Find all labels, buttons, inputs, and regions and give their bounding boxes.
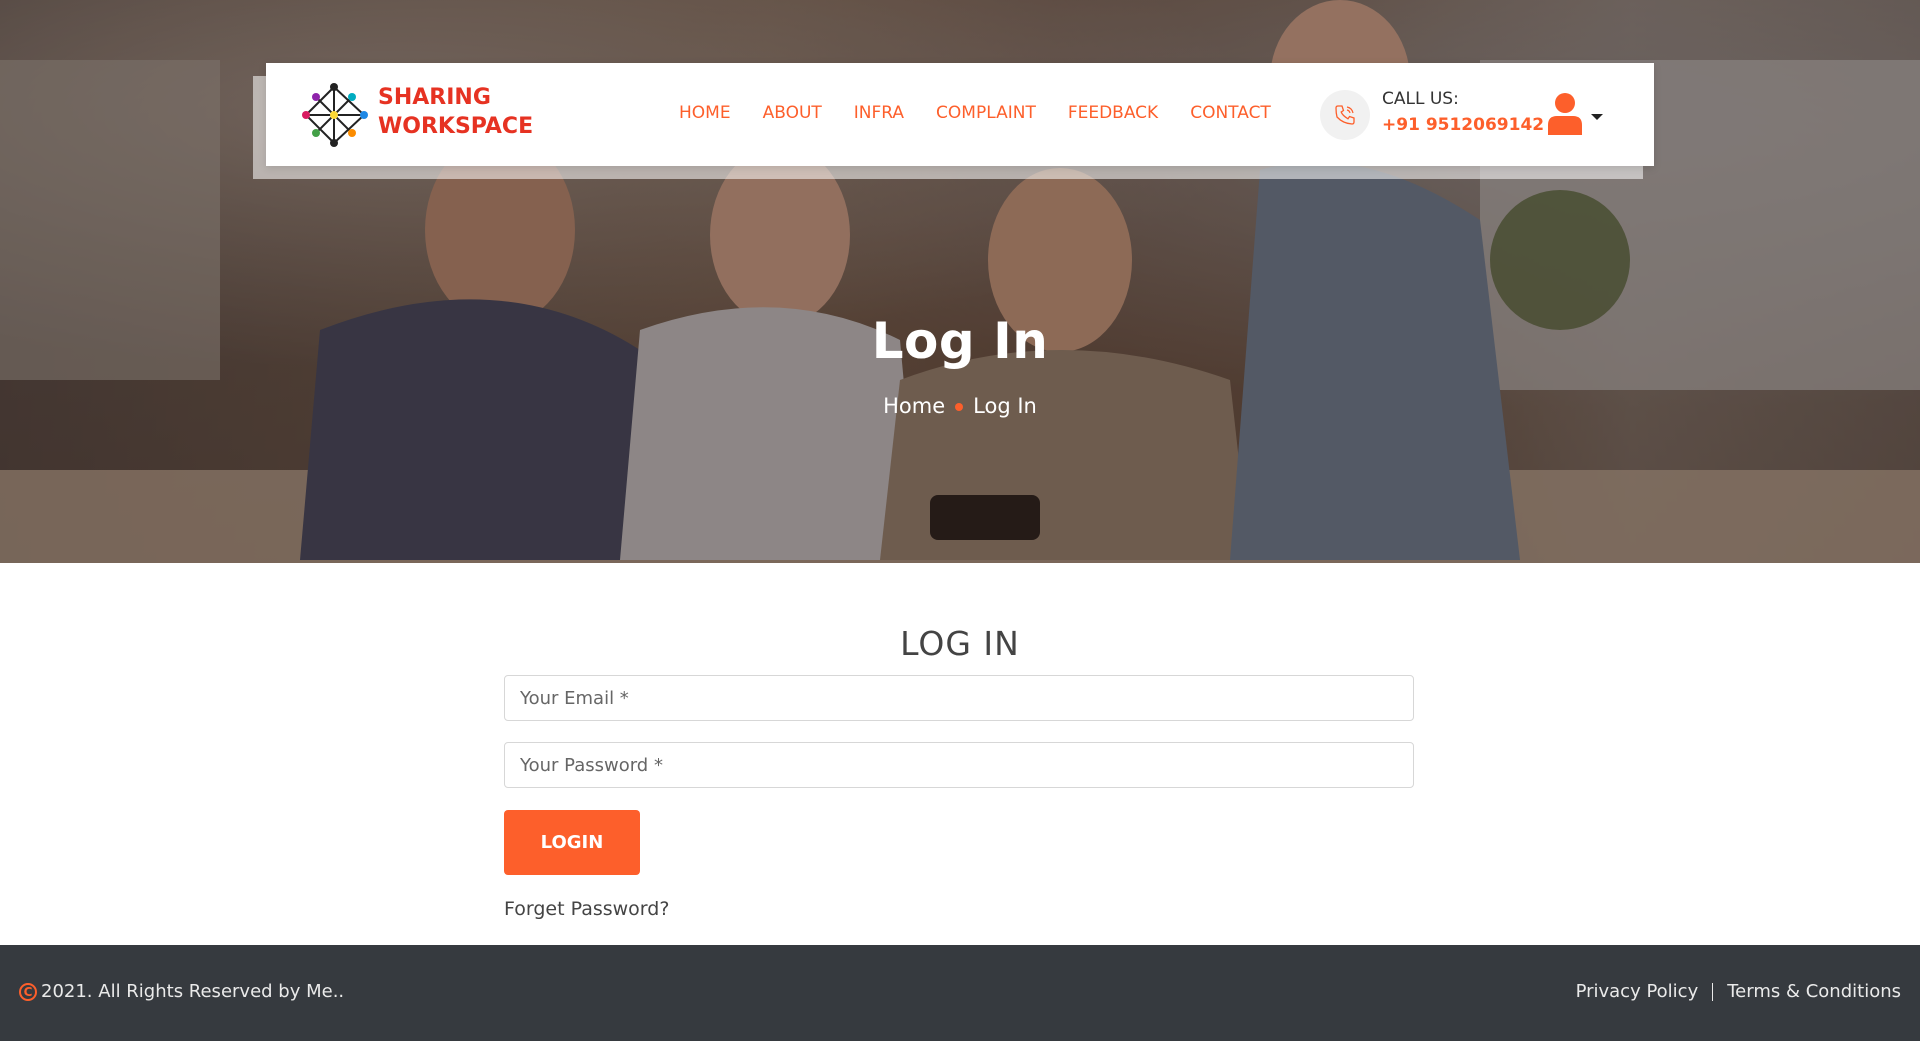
footer-links: Privacy Policy Terms & Conditions [1576,981,1901,1002]
nav-infra[interactable]: INFRA [854,103,904,127]
site-header: SHARING WORKSPACE HOME ABOUT INFRA COMPL… [266,63,1654,166]
copyright-notice: C 2021. All Rights Reserved by Me.. [19,981,344,1002]
network-logo-icon [302,83,368,147]
copyright-icon: C [19,982,37,1001]
call-us-label: CALL US: [1382,89,1459,109]
user-icon [1548,93,1582,135]
breadcrumb-separator-icon [955,403,964,411]
login-heading: LOG IN [900,624,1020,663]
caret-down-icon [1591,114,1603,120]
site-footer: C 2021. All Rights Reserved by Me.. Priv… [0,945,1920,1041]
phone-badge [1320,90,1370,140]
password-field[interactable] [504,742,1414,788]
nav-contact[interactable]: CONTACT [1190,103,1271,127]
nav-home[interactable]: HOME [679,103,731,127]
phone-icon [1335,105,1355,125]
nav-feedback[interactable]: FEEDBACK [1068,103,1158,127]
login-button[interactable]: LOGIN [504,810,640,875]
logo-wordmark: SHARING WORKSPACE [378,83,533,141]
terms-conditions-link[interactable]: Terms & Conditions [1727,981,1901,1002]
copyright-text: 2021. All Rights Reserved by Me.. [41,981,345,1002]
email-field[interactable] [504,675,1414,721]
logo-line-1: SHARING [378,85,491,110]
nav-about[interactable]: ABOUT [763,103,822,127]
main-nav: HOME ABOUT INFRA COMPLAINT FEEDBACK CONT… [679,103,1303,127]
page-title: Log In [871,312,1049,370]
forget-password-link[interactable]: Forget Password? [504,898,669,920]
footer-divider [1712,982,1714,1001]
breadcrumb-home-link[interactable]: Home [883,394,945,418]
nav-complaint[interactable]: COMPLAINT [936,103,1036,127]
call-us-number[interactable]: +91 9512069142 [1382,115,1544,135]
privacy-policy-link[interactable]: Privacy Policy [1576,981,1699,1002]
user-menu-button[interactable] [1546,91,1606,137]
breadcrumb: Home Log In [0,394,1920,418]
logo-line-2: WORKSPACE [378,114,534,139]
site-logo[interactable]: SHARING WORKSPACE [296,77,556,153]
breadcrumb-current: Log In [973,394,1037,418]
